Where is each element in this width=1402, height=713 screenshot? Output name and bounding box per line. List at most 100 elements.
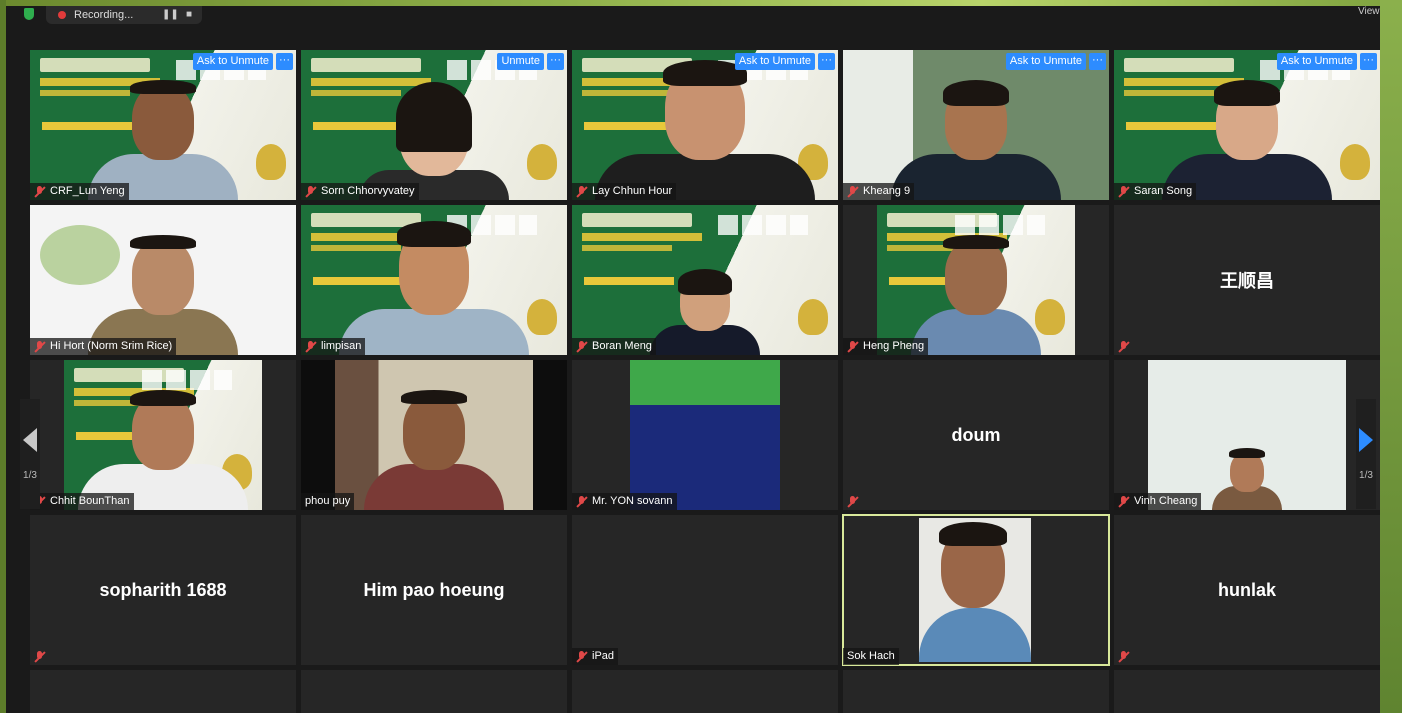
participant-tile[interactable]: Mr. YON sovann xyxy=(572,360,838,510)
participant-name: Vinh Cheang xyxy=(1134,495,1198,507)
muted-mic-icon xyxy=(576,186,587,197)
muted-mic-icon xyxy=(576,651,587,662)
participant-name-tag xyxy=(30,648,54,665)
participant-tile[interactable]: hunlak xyxy=(1114,515,1380,665)
muted-mic-icon xyxy=(1118,651,1129,662)
recording-label: Recording... xyxy=(74,9,134,21)
ask-to-unmute-button[interactable]: Ask to Unmute xyxy=(1005,53,1086,70)
participant-tile[interactable]: Ask to Unmute ··· CRF_Lun Yeng xyxy=(30,50,296,200)
participant-video xyxy=(891,80,1061,200)
muted-mic-icon xyxy=(847,186,858,197)
participant-name-tag: Chhit BounThan xyxy=(30,493,134,510)
participant-name-tag: Heng Pheng xyxy=(843,338,929,355)
muted-mic-icon xyxy=(576,496,587,507)
muted-mic-icon xyxy=(1118,186,1129,197)
participant-tile[interactable]: limpisan xyxy=(301,205,567,355)
participant-tile[interactable] xyxy=(1114,670,1380,713)
muted-mic-icon xyxy=(1118,341,1129,352)
participant-display-name: Him pao hoeung xyxy=(363,579,505,600)
participant-tile[interactable]: Chhit BounThan xyxy=(30,360,296,510)
page-indicator: 1/3 xyxy=(1359,469,1373,481)
participant-video xyxy=(911,235,1041,355)
muted-mic-icon xyxy=(305,186,316,197)
participant-tile[interactable]: Ask to Unmute ··· Saran Song xyxy=(1114,50,1380,200)
participant-name: CRF_Lun Yeng xyxy=(50,185,125,197)
participant-name-tag xyxy=(1114,648,1138,665)
muted-mic-icon xyxy=(34,186,45,197)
participant-name: Mr. YON sovann xyxy=(592,495,673,507)
participant-name-tag: Kheang 9 xyxy=(843,183,915,200)
participant-tile[interactable]: 王顺昌 xyxy=(1114,205,1380,355)
ask-to-unmute-button[interactable]: Ask to Unmute xyxy=(1276,53,1357,70)
participant-tile[interactable]: Ask to Unmute ··· Lay Chhun Hour xyxy=(572,50,838,200)
ask-to-unmute-button[interactable]: Ask to Unmute xyxy=(192,53,273,70)
participant-name-tag xyxy=(1114,338,1138,355)
participant-name: phou puy xyxy=(305,495,351,507)
ask-to-unmute-button[interactable]: Ask to Unmute xyxy=(734,53,815,70)
pause-recording-icon[interactable]: ❚❚ xyxy=(162,9,179,21)
participant-tile[interactable]: phou puy xyxy=(301,360,567,510)
participant-display-name: doum xyxy=(951,424,1001,445)
shared-image xyxy=(630,360,780,510)
participant-name: Saran Song xyxy=(1134,185,1193,197)
participant-tile[interactable]: Heng Pheng xyxy=(843,205,1109,355)
security-shield-icon[interactable] xyxy=(24,8,34,20)
participant-name: Sok Hach xyxy=(847,650,895,662)
muted-mic-icon xyxy=(847,341,858,352)
participant-tile[interactable]: sopharith 1688 xyxy=(30,515,296,665)
next-page-button[interactable]: 1/3 xyxy=(1356,399,1376,509)
participant-tile[interactable]: doum xyxy=(843,360,1109,510)
arrow-right-icon xyxy=(1359,427,1373,452)
participant-display-name: sopharith 1688 xyxy=(99,579,227,600)
participant-tile[interactable]: Boran Meng xyxy=(572,205,838,355)
more-options-button[interactable]: ··· xyxy=(818,53,835,70)
active-speaker-tile[interactable]: Sok Hach xyxy=(842,514,1110,666)
view-button[interactable]: View xyxy=(1358,6,1380,17)
participant-video xyxy=(595,60,815,200)
zoom-window: Recording... ❚❚ ■ View Ask to Unmute ···… xyxy=(6,6,1380,713)
participant-name: Boran Meng xyxy=(592,340,652,352)
participant-tile[interactable]: Him pao hoeung xyxy=(301,515,567,665)
participant-tile[interactable] xyxy=(301,670,567,713)
participant-tile[interactable]: Ask to Unmute ··· Kheang 9 xyxy=(843,50,1109,200)
arrow-left-icon xyxy=(23,427,37,452)
more-options-button[interactable]: ··· xyxy=(1360,53,1377,70)
participant-video xyxy=(339,221,529,355)
participant-tile[interactable]: iPad xyxy=(572,515,838,665)
participant-video xyxy=(1212,448,1282,510)
previous-page-button[interactable]: 1/3 xyxy=(20,399,40,509)
recording-indicator: Recording... ❚❚ ■ xyxy=(46,6,202,24)
participant-name-tag: Hi Hort (Norm Srim Rice) xyxy=(30,338,177,355)
recording-dot-icon xyxy=(58,11,66,19)
participant-name-tag: CRF_Lun Yeng xyxy=(30,183,129,200)
page-indicator: 1/3 xyxy=(23,469,37,481)
muted-mic-icon xyxy=(305,341,316,352)
muted-mic-icon xyxy=(847,496,858,507)
participant-name: iPad xyxy=(592,650,615,662)
muted-mic-icon xyxy=(34,651,45,662)
more-options-button[interactable]: ··· xyxy=(547,53,564,70)
participant-display-name: 王顺昌 xyxy=(1220,271,1274,291)
muted-mic-icon xyxy=(1118,496,1129,507)
participant-tile[interactable] xyxy=(30,670,296,713)
stop-recording-icon[interactable]: ■ xyxy=(182,9,196,21)
participant-name: Sorn Chhorvyvatey xyxy=(321,185,415,197)
participant-name-tag: phou puy xyxy=(301,493,355,510)
participant-tile[interactable]: Hi Hort (Norm Srim Rice) xyxy=(30,205,296,355)
participant-name-tag: Sok Hach xyxy=(843,648,899,665)
unmute-button[interactable]: Unmute xyxy=(497,53,544,70)
more-options-button[interactable]: ··· xyxy=(276,53,293,70)
participant-name: Heng Pheng xyxy=(863,340,925,352)
muted-mic-icon xyxy=(34,341,45,352)
muted-mic-icon xyxy=(576,341,587,352)
participant-name-tag: limpisan xyxy=(301,338,366,355)
participant-name-tag xyxy=(843,493,867,510)
more-options-button[interactable]: ··· xyxy=(1089,53,1106,70)
participant-name-tag: Vinh Cheang xyxy=(1114,493,1202,510)
participant-tile[interactable]: Vinh Cheang xyxy=(1114,360,1380,510)
participant-tile[interactable]: Unmute ··· Sorn Chhorvyvatey xyxy=(301,50,567,200)
participant-name-tag: Sorn Chhorvyvatey xyxy=(301,183,419,200)
participant-tile[interactable] xyxy=(843,670,1109,713)
participant-tile[interactable] xyxy=(572,670,838,713)
participant-name-tag: Mr. YON sovann xyxy=(572,493,677,510)
